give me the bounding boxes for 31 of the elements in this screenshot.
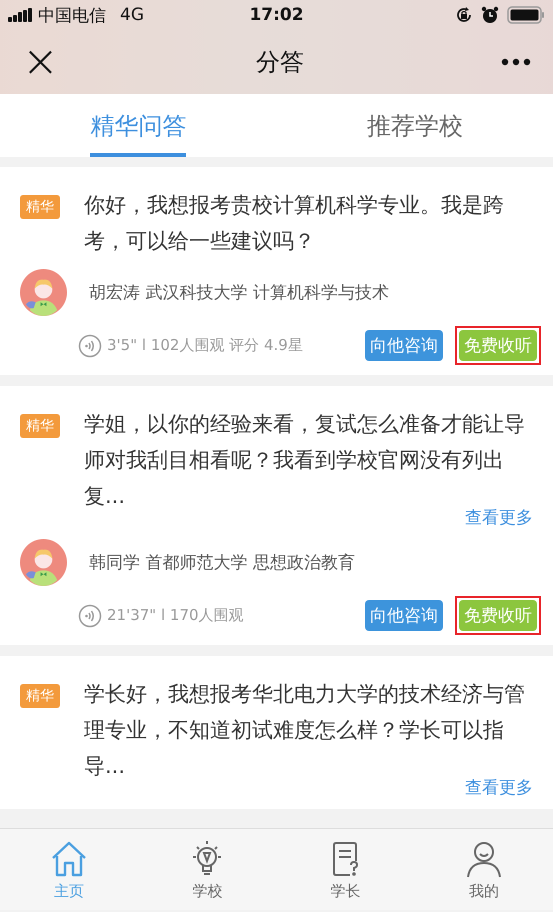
author-info: 韩同学 首都师范大学 思想政治教育 <box>89 552 355 574</box>
featured-badge: 精华 <box>20 684 60 708</box>
avatar-icon <box>20 269 67 316</box>
alarm-icon <box>481 6 499 24</box>
carrier-name: 中国电信 <box>38 4 106 26</box>
signal-icon <box>8 8 32 22</box>
featured-badge: 精华 <box>20 195 60 219</box>
tab[interactable]: 推荐学校 <box>276 94 553 157</box>
featured-badge: 精华 <box>20 414 60 438</box>
consult-button[interactable]: 向他咨询 <box>365 600 443 631</box>
rotation-lock-icon <box>455 6 473 24</box>
bottom-nav-tab[interactable]: 学长 <box>276 829 415 910</box>
page-title: 分答 <box>256 47 304 78</box>
author-info: 胡宏涛 武汉科技大学 计算机科学与技术 <box>89 282 389 304</box>
consult-button[interactable]: 向他咨询 <box>365 330 443 361</box>
battery-icon <box>507 6 545 24</box>
more-icon[interactable] <box>501 58 531 66</box>
answer-stats: 21'37" l 170人围观 <box>107 606 244 625</box>
see-more-link[interactable]: 查看更多 <box>465 506 533 529</box>
tab[interactable]: 精华问答 <box>0 94 276 157</box>
network-type: 4G <box>120 5 144 25</box>
audio-icon <box>78 334 102 358</box>
bottom-nav-tab[interactable]: 学校 <box>138 829 276 910</box>
audio-icon <box>78 604 102 628</box>
answer-stats: 3'5" l 102人围观 评分 4.9星 <box>107 336 303 355</box>
avatar-icon <box>20 539 67 586</box>
see-more-link[interactable]: 查看更多 <box>465 776 533 799</box>
close-button[interactable]: × <box>22 40 59 84</box>
question-text[interactable]: 你好，我想报考贵校计算机科学专业。我是跨考，可以给一些建议吗？ <box>84 187 534 259</box>
clock-time: 17:02 <box>249 5 304 25</box>
bottom-nav-tab[interactable]: 我的 <box>414 829 553 910</box>
